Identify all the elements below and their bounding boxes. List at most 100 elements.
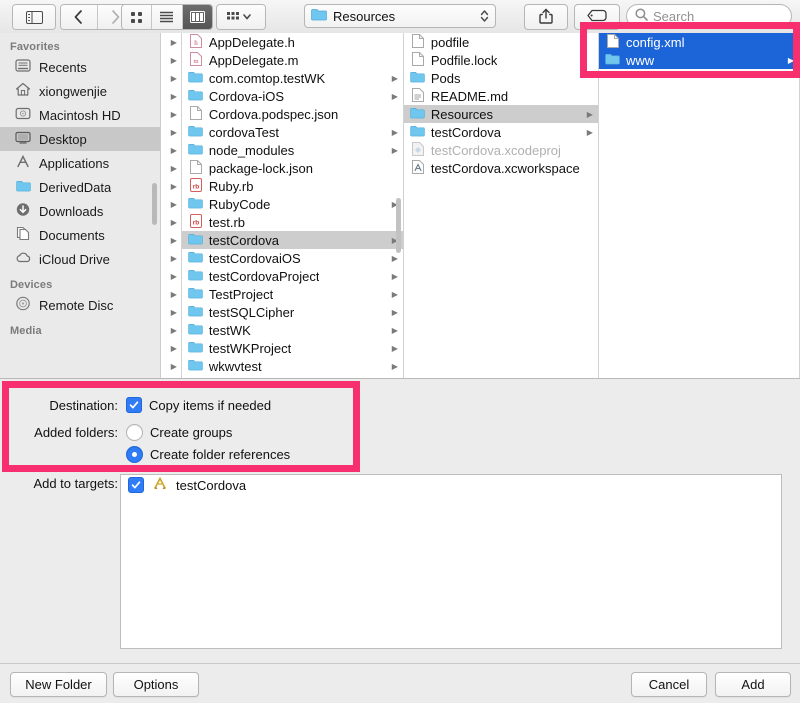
sidebar-item-applications[interactable]: Applications (0, 151, 160, 175)
disclosure-arrow-icon[interactable]: ▶ (161, 303, 181, 321)
file-row[interactable]: RubyCode ▶ (182, 195, 403, 213)
targets-list[interactable]: testCordova (120, 474, 782, 649)
file-row[interactable]: testCordova.xcodeproj (404, 141, 598, 159)
target-row[interactable]: testCordova (121, 475, 781, 495)
target-checkbox[interactable] (128, 477, 144, 493)
file-row[interactable]: node_modules ▶ (182, 141, 403, 159)
sidebar-item-icloud-drive[interactable]: iCloud Drive (0, 247, 160, 271)
file-row[interactable]: testSQLCipher ▶ (182, 303, 403, 321)
file-row[interactable]: rb Ruby.rb (182, 177, 403, 195)
file-row[interactable]: README.md (404, 87, 598, 105)
file-row[interactable]: testCordova.xcworkspace (404, 159, 598, 177)
file-row[interactable]: m AppDelegate.m (182, 51, 403, 69)
sidebar-item-macintosh-hd[interactable]: Macintosh HD (0, 103, 160, 127)
file-row[interactable]: config.xml (598, 33, 799, 51)
create-groups-radio[interactable] (126, 424, 143, 441)
tag-button[interactable] (574, 4, 620, 30)
disclosure-arrow-icon[interactable]: ▶ (161, 123, 181, 141)
sidebar-scrollbar[interactable] (152, 183, 157, 225)
copy-items-label[interactable]: Copy items if needed (149, 398, 271, 413)
group-by-button[interactable] (216, 4, 266, 30)
disclosure-arrow-icon[interactable]: ▶ (161, 105, 181, 123)
column-resources[interactable]: config.xml www ▶ (598, 33, 800, 378)
path-popup-button[interactable]: Resources (304, 4, 496, 28)
disclosure-arrow-icon[interactable]: ▶ (161, 51, 181, 69)
disclosure-arrow-icon[interactable]: ▶ (161, 357, 181, 375)
disclosure-arrow-icon[interactable]: ▶ (161, 141, 181, 159)
sidebar-icon[interactable] (13, 5, 55, 29)
disclosure-arrow-icon[interactable]: ▶ (161, 339, 181, 357)
disclosure-arrow-icon[interactable]: ▶ (161, 231, 181, 249)
disclosure-arrow-icon[interactable]: ▶ (161, 69, 181, 87)
disclosure-arrow-icon[interactable]: ▶ (161, 195, 181, 213)
file-row[interactable]: wkwvtest ▶ (182, 357, 403, 375)
chevron-updown-icon[interactable] (480, 8, 489, 25)
disclosure-arrow-icon[interactable]: ▶ (161, 177, 181, 195)
file-row[interactable]: Cordova.podspec.json (182, 105, 403, 123)
disclosure-arrow-icon[interactable]: ▶ (161, 267, 181, 285)
sidebar-toggle-button[interactable] (12, 4, 56, 30)
disclosure-arrow-icon[interactable]: ▶ (161, 213, 181, 231)
cancel-button[interactable]: Cancel (631, 672, 707, 697)
create-folder-references-label[interactable]: Create folder references (150, 447, 290, 462)
add-files-dialog: Resources Search Favorites Recents xiongwe… (0, 0, 800, 703)
create-folder-references-radio[interactable] (126, 446, 143, 463)
list-view-button[interactable] (152, 5, 183, 29)
column-testcordova[interactable]: podfile Podfile.lock Pods README.md Resource… (403, 33, 599, 378)
file-row[interactable]: rb test.rb (182, 213, 403, 231)
back-button[interactable] (61, 5, 98, 29)
file-name: RubyCode (208, 196, 271, 212)
column-view-button[interactable] (182, 5, 212, 29)
share-button[interactable] (524, 4, 568, 30)
disclosure-arrow-icon[interactable]: ▶ (161, 285, 181, 303)
column-desktop[interactable]: h AppDelegate.h m AppDelegate.m com.comtop.t… (181, 33, 404, 378)
sidebar-item-downloads[interactable]: Downloads (0, 199, 160, 223)
svg-text:m: m (193, 58, 198, 65)
sidebar-item-documents[interactable]: Documents (0, 223, 160, 247)
disclosure-arrow-icon[interactable]: ▶ (161, 87, 181, 105)
file-row[interactable]: testWK ▶ (182, 321, 403, 339)
file-row[interactable]: Pods (404, 69, 598, 87)
file-row[interactable]: testWKProject ▶ (182, 339, 403, 357)
disclosure-arrow-icon[interactable]: ▶ (161, 321, 181, 339)
column-partial[interactable]: ▶ ▶ ▶ ▶ ▶ ▶ ▶ ▶ ▶ ▶ ▶ ▶ ▶ ▶ ▶ ▶ ▶ ▶ ▶ (161, 33, 182, 378)
file-row[interactable]: Podfile.lock (404, 51, 598, 69)
file-row[interactable]: TestProject ▶ (182, 285, 403, 303)
create-groups-label[interactable]: Create groups (150, 425, 232, 440)
options-button[interactable]: Options (113, 672, 199, 697)
disclosure-arrow-icon[interactable]: ▶ (161, 159, 181, 177)
sidebar-item-desktop[interactable]: Desktop (0, 127, 160, 151)
doc-icon (189, 159, 202, 177)
file-row[interactable]: package-lock.json (182, 159, 403, 177)
file-row[interactable]: Cordova-iOS ▶ (182, 87, 403, 105)
search-field[interactable]: Search (626, 4, 792, 28)
file-row[interactable]: h AppDelegate.h (182, 33, 403, 51)
copy-items-checkbox[interactable] (126, 397, 142, 413)
file-name: Cordova-iOS (208, 88, 285, 104)
add-button[interactable]: Add (715, 672, 791, 697)
sidebar-item-xiongwenjie[interactable]: xiongwenjie (0, 79, 160, 103)
file-row[interactable]: testCordovaProject ▶ (182, 267, 403, 285)
file-row[interactable]: com.comtop.testWK ▶ (182, 69, 403, 87)
column-scrollbar[interactable] (395, 198, 401, 253)
file-row[interactable]: Resources ▶ (403, 105, 598, 123)
file-name: testSQLCipher (208, 304, 295, 320)
sidebar-item-recents[interactable]: Recents (0, 55, 160, 79)
sidebar-item-remote-disc[interactable]: Remote Disc (0, 293, 160, 317)
file-name: README.md (430, 88, 509, 104)
file-row[interactable]: cordovaTest ▶ (182, 123, 403, 141)
disclosure-arrow-icon[interactable]: ▶ (161, 33, 181, 51)
file-row[interactable]: testCordova ▶ (181, 231, 403, 249)
disclosure-arrow-icon[interactable]: ▶ (161, 249, 181, 267)
file-row[interactable]: podfile (404, 33, 598, 51)
view-mode-buttons[interactable] (121, 4, 213, 30)
file-name: testCordovaProject (208, 268, 320, 284)
file-row[interactable]: www ▶ (598, 51, 799, 69)
group-icon[interactable] (217, 5, 265, 29)
new-folder-button[interactable]: New Folder (10, 672, 107, 697)
file-row[interactable]: testCordova ▶ (404, 123, 598, 141)
icon-view-button[interactable] (122, 5, 153, 29)
file-row[interactable]: testCordovaiOS ▶ (182, 249, 403, 267)
sidebar-item-deriveddata[interactable]: DerivedData (0, 175, 160, 199)
sidebar[interactable]: Favorites Recents xiongwenjie Macintosh HD D… (0, 33, 161, 378)
